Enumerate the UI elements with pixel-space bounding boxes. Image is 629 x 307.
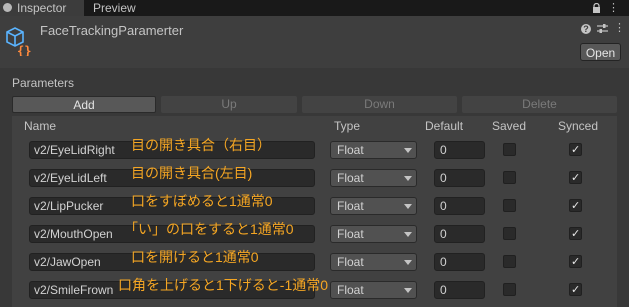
checkmark-icon: ✓ xyxy=(571,228,581,240)
component-title: FaceTrackingParamerter xyxy=(40,23,184,38)
type-value: Float xyxy=(337,227,364,241)
chevron-down-icon xyxy=(404,260,412,265)
saved-checkbox[interactable] xyxy=(503,171,516,184)
delete-button[interactable]: Delete xyxy=(462,96,617,113)
section-label: Parameters xyxy=(12,76,75,90)
tab-inspector[interactable]: Inspector xyxy=(0,0,84,16)
saved-checkbox[interactable] xyxy=(503,199,516,212)
parameter-name: v2/EyeLidRight xyxy=(34,143,115,157)
type-dropdown[interactable]: Float xyxy=(330,225,417,243)
table-row: v2/EyeLidRight 目の開き具合（右目） Float 0 ✓ xyxy=(22,137,617,166)
type-dropdown[interactable]: Float xyxy=(330,253,417,271)
synced-checkbox[interactable]: ✓ xyxy=(569,227,582,240)
default-value: 0 xyxy=(440,199,447,213)
type-value: Float xyxy=(337,143,364,157)
preset-icon[interactable] xyxy=(597,23,608,34)
default-value: 0 xyxy=(440,171,447,185)
checkmark-icon: ✓ xyxy=(571,144,581,156)
saved-checkbox[interactable] xyxy=(503,283,516,296)
down-button[interactable]: Down xyxy=(302,96,457,113)
synced-checkbox[interactable]: ✓ xyxy=(569,171,582,184)
annotation-note: 口をすぼめると1通常0 xyxy=(131,193,273,209)
tab-inspector-label: Inspector xyxy=(17,1,67,15)
default-value: 0 xyxy=(440,227,447,241)
column-header-saved: Saved xyxy=(492,119,527,133)
default-value-field[interactable]: 0 xyxy=(434,141,485,159)
table-row: v2/LipPucker 口をすぼめると1通常0 Float 0 ✓ xyxy=(22,193,617,222)
type-dropdown[interactable]: Float xyxy=(330,169,417,187)
table-row: v2/EyeLidLeft 目の開き具合(左目) Float 0 ✓ xyxy=(22,165,617,194)
component-menu-icon[interactable]: ⋮ xyxy=(614,22,625,35)
default-value-field[interactable]: 0 xyxy=(434,225,485,243)
type-dropdown[interactable]: Float xyxy=(330,141,417,159)
default-value-field[interactable]: 0 xyxy=(434,197,485,215)
saved-checkbox[interactable] xyxy=(503,227,516,240)
annotation-note: 目の開き具合（右目） xyxy=(131,137,271,153)
column-header-default: Default xyxy=(425,119,464,133)
type-value: Float xyxy=(337,255,364,269)
parameter-name: v2/JawOpen xyxy=(34,255,101,269)
lock-icon[interactable] xyxy=(592,3,601,13)
table-row: v2/JawOpen 口を開けると1通常0 Float 0 ✓ xyxy=(22,249,617,278)
annotation-note: 口を開けると1通常0 xyxy=(131,249,259,265)
up-button[interactable]: Up xyxy=(161,96,297,113)
svg-text:{}: {} xyxy=(17,44,31,56)
type-value: Float xyxy=(337,199,364,213)
synced-checkbox[interactable]: ✓ xyxy=(569,143,582,156)
annotation-note: 口角を上げると1下げると-1通常0 xyxy=(118,277,329,293)
parameter-name: v2/SmileFrown xyxy=(34,283,114,297)
chevron-down-icon xyxy=(404,204,412,209)
parameter-name: v2/LipPucker xyxy=(34,199,104,213)
saved-checkbox[interactable] xyxy=(503,255,516,268)
script-icon: {} xyxy=(6,27,31,56)
info-icon xyxy=(3,3,12,12)
chevron-down-icon xyxy=(404,148,412,153)
tab-preview-label: Preview xyxy=(93,1,136,15)
checkmark-icon: ✓ xyxy=(571,200,581,212)
default-value-field[interactable]: 0 xyxy=(434,169,485,187)
chevron-down-icon xyxy=(404,176,412,181)
parameter-name: v2/EyeLidLeft xyxy=(34,171,107,185)
tab-preview[interactable]: Preview xyxy=(87,0,147,16)
checkmark-icon: ✓ xyxy=(571,256,581,268)
type-dropdown[interactable]: Float xyxy=(330,197,417,215)
checkmark-icon: ✓ xyxy=(571,284,581,296)
synced-checkbox[interactable]: ✓ xyxy=(569,199,582,212)
table-row: v2/MouthOpen 「い」の口をすると1通常0 Float 0 ✓ xyxy=(22,221,617,250)
chevron-down-icon xyxy=(404,232,412,237)
help-icon[interactable]: ? xyxy=(581,24,591,34)
type-dropdown[interactable]: Float xyxy=(330,281,417,299)
synced-checkbox[interactable]: ✓ xyxy=(569,283,582,296)
column-header-name: Name xyxy=(24,119,57,133)
default-value: 0 xyxy=(440,283,447,297)
synced-checkbox[interactable]: ✓ xyxy=(569,255,582,268)
open-button[interactable]: Open xyxy=(580,43,621,61)
saved-checkbox[interactable] xyxy=(503,143,516,156)
column-header-type: Type xyxy=(334,119,361,133)
default-value-field[interactable]: 0 xyxy=(434,253,485,271)
annotation-note: 目の開き具合(左目) xyxy=(131,165,253,181)
default-value: 0 xyxy=(440,255,447,269)
default-value-field[interactable]: 0 xyxy=(434,281,485,299)
annotation-note: 「い」の口をすると1通常0 xyxy=(124,221,294,237)
parameter-name: v2/MouthOpen xyxy=(34,227,113,241)
add-button[interactable]: Add xyxy=(12,96,156,113)
type-value: Float xyxy=(337,283,364,297)
type-value: Float xyxy=(337,171,364,185)
column-header-synced: Synced xyxy=(558,119,599,133)
kebab-menu-icon[interactable]: ⋮ xyxy=(608,1,619,15)
checkmark-icon: ✓ xyxy=(571,172,581,184)
chevron-down-icon xyxy=(404,288,412,293)
default-value: 0 xyxy=(440,143,447,157)
table-row: v2/SmileFrown 口角を上げると1下げると-1通常0 Float 0 … xyxy=(22,277,617,306)
